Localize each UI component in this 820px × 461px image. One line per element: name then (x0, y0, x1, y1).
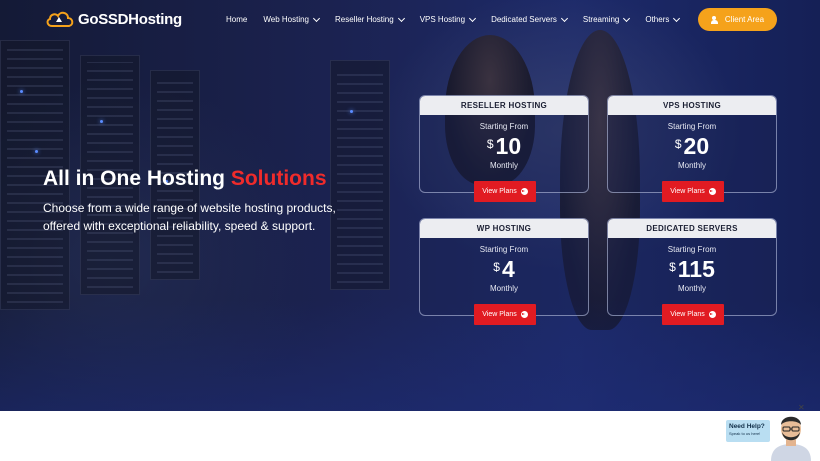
arrow-circle-icon (520, 188, 528, 195)
server-led (350, 110, 353, 113)
nav-item-dedicated-servers[interactable]: Dedicated Servers (491, 14, 568, 24)
plan-currency: $ (493, 260, 500, 274)
page-title: All in One Hosting Solutions (43, 167, 327, 191)
plan-period: Monthly (677, 161, 706, 170)
support-avatar-icon[interactable] (768, 412, 814, 461)
plan-amount: 20 (683, 133, 710, 159)
arrow-circle-icon (520, 311, 528, 318)
plan-period: Monthly (489, 161, 518, 170)
plan-amount: 115 (677, 256, 715, 282)
brand-name: GoSSDHosting (78, 10, 182, 28)
view-plans-label: View Plans (670, 188, 705, 195)
nav-label: Dedicated Servers (491, 15, 557, 24)
nav-label: VPS Hosting (419, 15, 466, 24)
help-chat-bubble[interactable]: Need Help? Speak to us here! (726, 420, 770, 442)
plan-price: $ 10 (420, 133, 588, 159)
chevron-down-icon (623, 14, 631, 22)
view-plans-button[interactable]: View Plans (474, 181, 536, 202)
brand-logo[interactable]: GoSSDHosting (45, 8, 182, 30)
plan-card-reseller: RESELLER HOSTING Starting From $ 10 Mont… (419, 95, 589, 202)
plan-price: $ 20 (608, 133, 776, 159)
arrow-circle-icon (708, 311, 716, 318)
help-close-icon[interactable]: ✕ (798, 403, 805, 412)
plan-price: $ 115 (608, 256, 776, 282)
plan-card-dedicated: DEDICATED SERVERS Starting From $ 115 Mo… (607, 218, 777, 325)
view-plans-label: View Plans (670, 311, 705, 318)
client-area-label: Client Area (724, 15, 765, 24)
plan-card-wp: WP HOSTING Starting From $ 4 Monthly Vie… (419, 218, 589, 325)
server-rack-background (330, 60, 390, 290)
nav-item-reseller-hosting[interactable]: Reseller Hosting (335, 14, 405, 24)
view-plans-label: View Plans (482, 311, 517, 318)
user-icon (710, 15, 718, 24)
plan-title: DEDICATED SERVERS (608, 219, 776, 238)
plan-amount: 4 (501, 256, 515, 282)
plan-starting-from: Starting From (479, 122, 529, 131)
plan-amount: 10 (495, 133, 522, 159)
view-plans-label: View Plans (482, 188, 517, 195)
chevron-down-icon (673, 14, 681, 22)
nav-label: Others (645, 15, 670, 24)
plan-starting-from: Starting From (667, 245, 717, 254)
view-plans-button[interactable]: View Plans (662, 304, 724, 325)
chevron-down-icon (469, 14, 477, 22)
server-led (20, 90, 23, 93)
nav-item-others[interactable]: Others (645, 14, 681, 24)
plan-period: Monthly (677, 284, 706, 293)
server-led (100, 120, 103, 123)
headline-accent: Solutions (230, 167, 327, 190)
plan-currency: $ (486, 137, 494, 151)
help-title: Need Help? (729, 423, 765, 430)
hero-subtext: Choose from a wide range of website host… (43, 201, 336, 233)
plan-starting-from: Starting From (479, 245, 529, 254)
nav-item-home[interactable]: Home (226, 15, 247, 24)
plan-starting-from: Starting From (667, 122, 717, 131)
nav-label: Reseller Hosting (335, 15, 394, 24)
nav-label: Web Hosting (263, 15, 309, 24)
plan-price: $ 4 (420, 256, 588, 282)
chevron-down-icon (312, 14, 321, 22)
nav-item-streaming[interactable]: Streaming (582, 14, 631, 24)
chevron-down-icon (397, 14, 405, 22)
plan-title: WP HOSTING (420, 219, 588, 238)
plan-title: RESELLER HOSTING (420, 96, 588, 115)
view-plans-button[interactable]: View Plans (474, 304, 536, 325)
plan-currency: $ (674, 137, 682, 151)
arrow-circle-icon (708, 188, 716, 195)
main-nav: Home Web Hosting Reseller Hosting VPS Ho… (226, 14, 695, 24)
plan-card-vps: VPS HOSTING Starting From $ 20 Monthly V… (607, 95, 777, 202)
nav-label: Home (226, 15, 248, 24)
plan-title: VPS HOSTING (608, 96, 776, 115)
nav-item-web-hosting[interactable]: Web Hosting (263, 14, 321, 24)
nav-item-vps-hosting[interactable]: VPS Hosting (419, 14, 477, 24)
server-led (35, 150, 38, 153)
hero-section: GoSSDHosting Home Web Hosting Reseller H… (0, 0, 820, 411)
plan-period: Monthly (489, 284, 518, 293)
view-plans-button[interactable]: View Plans (662, 181, 724, 202)
client-area-button[interactable]: Client Area (698, 8, 777, 31)
headline-main: All in One Hosting (43, 167, 231, 190)
nav-label: Streaming (582, 15, 620, 24)
chevron-down-icon (560, 14, 568, 22)
help-subtitle: Speak to us here! (729, 431, 761, 436)
cloud-logo-icon (46, 11, 74, 27)
plan-currency: $ (669, 260, 676, 274)
